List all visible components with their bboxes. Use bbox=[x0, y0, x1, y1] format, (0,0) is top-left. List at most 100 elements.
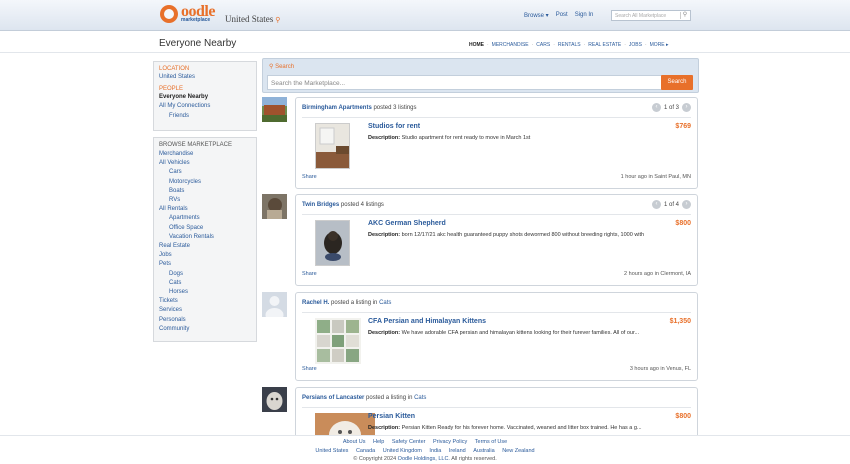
marketplace-search-input[interactable]: Search the Marketplace... bbox=[267, 75, 663, 90]
footer-country-us[interactable]: United States bbox=[315, 448, 348, 454]
listing-title[interactable]: Studios for rent bbox=[368, 123, 420, 130]
card-header: Twin Bridges posted 4 listings bbox=[302, 202, 384, 208]
footer-country-in[interactable]: India bbox=[429, 448, 441, 454]
listing-description: Description: We have adorable CFA persia… bbox=[368, 330, 640, 336]
country-selector[interactable]: United States ⚲ bbox=[225, 14, 280, 24]
feed-card: Twin Bridges posted 4 listings ‹ 1 of 4 … bbox=[295, 194, 698, 286]
sidebar-item-services[interactable]: Services bbox=[159, 306, 251, 315]
cat-home[interactable]: HOME bbox=[469, 42, 484, 48]
search-icon[interactable]: ⚲ bbox=[680, 12, 689, 19]
listing-thumbnail[interactable] bbox=[315, 220, 350, 266]
listing-description: Description: born 12/17/21 akc health gu… bbox=[368, 232, 645, 238]
search-button[interactable]: Search bbox=[661, 75, 693, 90]
sidebar-item-friends[interactable]: Friends bbox=[159, 112, 251, 121]
sidebar-item-dogs[interactable]: Dogs bbox=[159, 270, 251, 279]
share-link[interactable]: Share bbox=[302, 366, 317, 372]
post-link[interactable]: Post bbox=[556, 12, 568, 19]
listing-description: Description: Persian Kitten Ready for hi… bbox=[368, 425, 642, 431]
sidebar-item-all-vehicles[interactable]: All Vehicles bbox=[159, 159, 251, 168]
prev-arrow-icon[interactable]: ‹ bbox=[651, 200, 661, 209]
footer-terms-link[interactable]: Terms of Use bbox=[475, 439, 507, 445]
sidebar-item-pets[interactable]: Pets bbox=[159, 260, 251, 269]
sidebar-item-all-connections[interactable]: All My Connections bbox=[159, 102, 251, 111]
listing-title[interactable]: Persian Kitten bbox=[368, 413, 415, 420]
share-link[interactable]: Share bbox=[302, 174, 317, 180]
footer-help-link[interactable]: Help bbox=[373, 439, 384, 445]
footer-country-links: United States Canada United Kingdom Indi… bbox=[0, 447, 850, 456]
footer-country-nz[interactable]: New Zealand bbox=[502, 448, 534, 454]
sidebar-item-cars[interactable]: Cars bbox=[159, 168, 251, 177]
sidebar-item-boats[interactable]: Boats bbox=[159, 187, 251, 196]
listing-thumbnail[interactable] bbox=[315, 318, 361, 364]
footer-country-uk[interactable]: United Kingdom bbox=[383, 448, 422, 454]
footer-about-link[interactable]: About Us bbox=[343, 439, 366, 445]
oodle-logo[interactable]: oodle marketplace bbox=[160, 4, 215, 23]
listing-meta: 1 hour ago in Saint Paul, MN bbox=[620, 174, 691, 180]
page-title: Everyone Nearby bbox=[159, 38, 237, 49]
cat-more[interactable]: MORE ▸ bbox=[650, 42, 669, 48]
sidebar-item-jobs[interactable]: Jobs bbox=[159, 251, 251, 260]
avatar[interactable] bbox=[262, 387, 287, 412]
listing-description: Description: Studio apartment for rent r… bbox=[368, 135, 531, 141]
cat-merchandise[interactable]: MERCHANDISE bbox=[492, 42, 529, 48]
footer-country-au[interactable]: Australia bbox=[473, 448, 494, 454]
sidebar-item-horses[interactable]: Horses bbox=[159, 288, 251, 297]
listing-price: $800 bbox=[675, 220, 691, 227]
sidebar-item-vacation-rentals[interactable]: Vacation Rentals bbox=[159, 233, 251, 242]
cat-rentals[interactable]: RENTALS bbox=[558, 42, 581, 48]
sidebar-item-personals[interactable]: Personals bbox=[159, 316, 251, 325]
avatar[interactable] bbox=[262, 292, 287, 317]
sub-header bbox=[0, 31, 850, 53]
sidebar-browse: BROWSE MARKETPLACE Merchandise All Vehicl… bbox=[153, 137, 257, 342]
sidebar-item-cats[interactable]: Cats bbox=[159, 279, 251, 288]
cat-jobs[interactable]: JOBS bbox=[629, 42, 642, 48]
listing-title[interactable]: CFA Persian and Himalayan Kittens bbox=[368, 318, 486, 325]
avatar[interactable] bbox=[262, 194, 287, 219]
feed-card: Rachel H. posted a listing in Cats CFA P… bbox=[295, 292, 698, 381]
sidebar-item-office-space[interactable]: Office Space bbox=[159, 224, 251, 233]
sidebar-item-community[interactable]: Community bbox=[159, 325, 251, 334]
sign-in-link[interactable]: Sign In bbox=[575, 12, 594, 19]
footer-privacy-link[interactable]: Privacy Policy bbox=[433, 439, 467, 445]
poster-name[interactable]: Birmingham Apartments bbox=[302, 105, 372, 111]
logo-mark-icon bbox=[160, 4, 178, 23]
location-heading: LOCATION bbox=[159, 66, 190, 72]
company-link[interactable]: Oodle Holdings, LLC. bbox=[398, 456, 450, 462]
avatar[interactable] bbox=[262, 97, 287, 122]
listing-meta: 3 hours ago in Venus, FL bbox=[629, 366, 691, 372]
sidebar-item-motorcycles[interactable]: Motorcycles bbox=[159, 178, 251, 187]
cat-cars[interactable]: CARS bbox=[536, 42, 550, 48]
listing-price: $800 bbox=[675, 413, 691, 420]
feed-card: Birmingham Apartments posted 3 listings … bbox=[295, 97, 698, 189]
cat-real-estate[interactable]: REAL ESTATE bbox=[588, 42, 621, 48]
browse-menu[interactable]: Browse ▾ bbox=[524, 12, 549, 19]
sidebar-item-tickets[interactable]: Tickets bbox=[159, 297, 251, 306]
sidebar-item-all-rentals[interactable]: All Rentals bbox=[159, 205, 251, 214]
marketplace-search-panel: ⚲ Search Search the Marketplace... Searc… bbox=[262, 58, 699, 93]
footer-safety-link[interactable]: Safety Center bbox=[392, 439, 426, 445]
sidebar-item-rvs[interactable]: RVs bbox=[159, 196, 251, 205]
next-arrow-icon[interactable]: › bbox=[682, 103, 691, 112]
country-label: United States bbox=[225, 14, 274, 24]
card-header: Birmingham Apartments posted 3 listings bbox=[302, 105, 417, 111]
listing-thumbnail[interactable] bbox=[315, 123, 350, 169]
listing-title[interactable]: AKC German Shepherd bbox=[368, 220, 446, 227]
prev-arrow-icon[interactable]: ‹ bbox=[651, 103, 661, 112]
next-arrow-icon[interactable]: › bbox=[682, 200, 691, 209]
sidebar-item-everyone-nearby[interactable]: Everyone Nearby bbox=[159, 93, 251, 102]
poster-name[interactable]: Twin Bridges bbox=[302, 202, 339, 208]
top-header: oodle marketplace United States ⚲ Browse … bbox=[0, 0, 850, 31]
footer-country-ie[interactable]: Ireland bbox=[449, 448, 466, 454]
category-link[interactable]: Cats bbox=[414, 395, 426, 401]
browse-list: Merchandise All Vehicles Cars Motorcycles Bo… bbox=[159, 150, 251, 334]
poster-name[interactable]: Persians of Lancaster bbox=[302, 395, 364, 401]
sidebar-item-real-estate[interactable]: Real Estate bbox=[159, 242, 251, 251]
sidebar-item-apartments[interactable]: Apartments bbox=[159, 214, 251, 223]
sidebar-item-merchandise[interactable]: Merchandise bbox=[159, 150, 251, 159]
sidebar-item-location[interactable]: United States bbox=[159, 73, 251, 82]
footer-country-ca[interactable]: Canada bbox=[356, 448, 375, 454]
poster-name[interactable]: Rachel H. bbox=[302, 300, 329, 306]
category-link[interactable]: Cats bbox=[379, 300, 391, 306]
share-link[interactable]: Share bbox=[302, 271, 317, 277]
global-search-input[interactable]: Search All Marketplace ⚲ bbox=[611, 10, 691, 21]
